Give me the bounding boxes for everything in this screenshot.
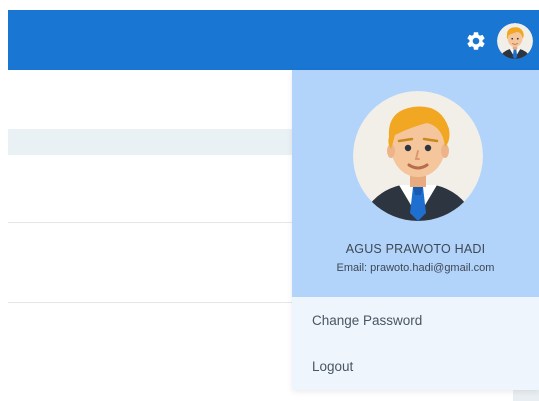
user-menu-dropdown: AGUS PRAWOTO HADI Email: prawoto.hadi@gm… xyxy=(292,70,539,390)
profile-name: AGUS PRAWOTO HADI xyxy=(345,242,486,256)
table-header-band xyxy=(8,129,292,155)
user-avatar-icon xyxy=(353,91,483,221)
profile-email: Email: prawoto.hadi@gmail.com xyxy=(336,262,495,274)
page: AGUS PRAWOTO HADI Email: prawoto.hadi@gm… xyxy=(0,0,539,401)
profile-avatar xyxy=(353,91,483,221)
change-password-menu-item[interactable]: Change Password xyxy=(292,300,539,342)
user-avatar-button[interactable] xyxy=(497,23,533,59)
settings-button[interactable] xyxy=(462,27,490,55)
user-avatar-icon xyxy=(497,23,533,59)
top-navbar xyxy=(8,10,539,70)
gear-icon xyxy=(467,32,485,50)
table-row-divider xyxy=(8,302,292,303)
profile-card: AGUS PRAWOTO HADI Email: prawoto.hadi@gm… xyxy=(292,70,539,297)
logout-menu-item[interactable]: Logout xyxy=(292,346,539,388)
table-row-divider xyxy=(8,222,292,223)
